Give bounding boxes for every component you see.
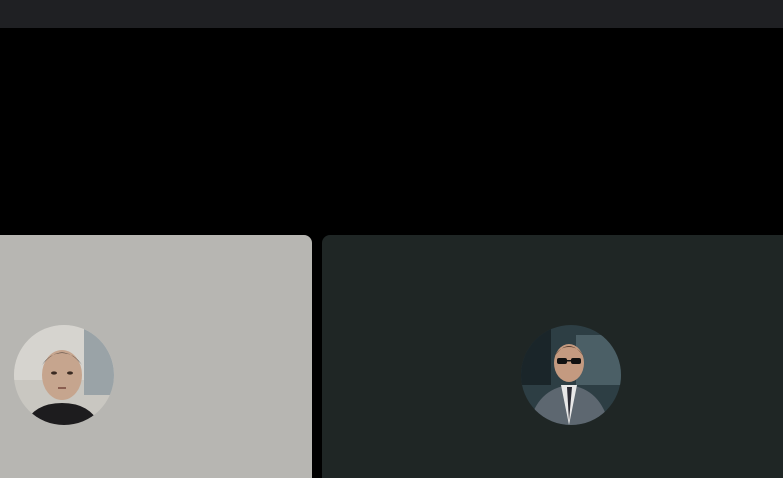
participant-tile-2[interactable] <box>322 235 783 478</box>
top-bar <box>0 0 783 28</box>
participant-1-avatar[interactable] <box>14 325 114 425</box>
participant-2-avatar-photo-icon <box>521 325 621 425</box>
participant-2-avatar[interactable] <box>521 325 621 425</box>
participant-tile-1[interactable] <box>0 235 312 478</box>
participant-1-avatar-photo-icon <box>14 325 114 425</box>
